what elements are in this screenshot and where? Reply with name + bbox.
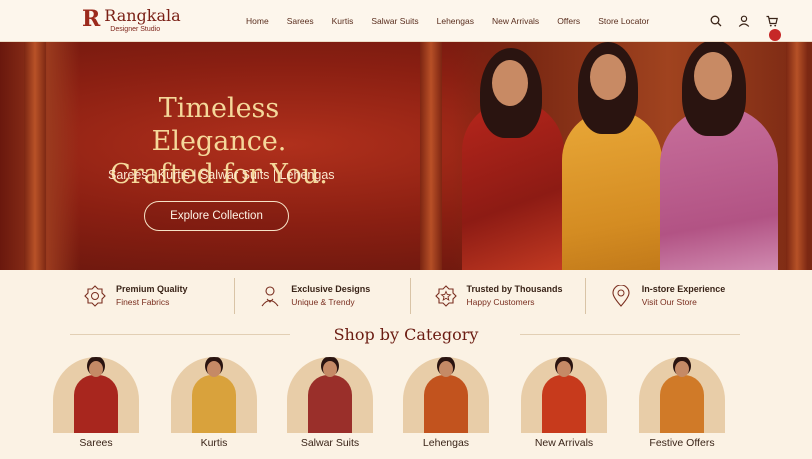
feature-title: Exclusive Designs bbox=[291, 284, 371, 294]
category-festive-offers[interactable]: Festive Offers bbox=[638, 357, 726, 449]
category-salwar-suits[interactable]: Salwar Suits bbox=[286, 357, 374, 449]
hero-banner: Timeless Elegance. Crafted for You. Sare… bbox=[0, 42, 812, 270]
feature-subtitle: Finest Fabrics bbox=[116, 297, 170, 307]
cart-badge bbox=[769, 29, 781, 41]
brand-name: Rangkala bbox=[104, 6, 181, 25]
category-label: New Arrivals bbox=[534, 437, 594, 449]
category-label: Sarees bbox=[79, 437, 113, 449]
location-icon bbox=[612, 285, 630, 307]
feature-title: Trusted by Thousands bbox=[466, 284, 563, 294]
designer-icon bbox=[261, 286, 279, 307]
pillar-decoration bbox=[786, 42, 808, 270]
nav-sarees[interactable]: Sarees bbox=[287, 16, 314, 26]
category-label: Kurtis bbox=[200, 437, 228, 449]
nav-kurtis[interactable]: Kurtis bbox=[332, 16, 354, 26]
category-image bbox=[403, 357, 489, 433]
category-image bbox=[521, 357, 607, 433]
badge-icon bbox=[84, 285, 106, 307]
user-icon[interactable] bbox=[738, 14, 750, 27]
nav-offers[interactable]: Offers bbox=[557, 16, 580, 26]
category-lehengas[interactable]: Lehengas bbox=[402, 357, 490, 449]
category-image bbox=[171, 357, 257, 433]
feature-item: Trusted by Thousands Happy Customers bbox=[411, 278, 586, 314]
category-image bbox=[53, 357, 139, 433]
feature-item: Premium Quality Finest Fabrics bbox=[60, 278, 236, 314]
category-label: Salwar Suits bbox=[300, 437, 360, 449]
pillar-decoration bbox=[24, 42, 46, 270]
category-new-arrivals[interactable]: New Arrivals bbox=[520, 357, 608, 449]
logo-mark: R bbox=[82, 6, 101, 32]
feature-title: In-store Experience bbox=[641, 284, 726, 294]
pillar-decoration bbox=[420, 42, 442, 270]
explore-collection-button[interactable]: Explore Collection bbox=[144, 201, 289, 231]
nav-lehengas[interactable]: Lehengas bbox=[437, 16, 474, 26]
category-label: Festive Offers bbox=[649, 437, 715, 449]
category-image bbox=[287, 357, 373, 433]
star-badge-icon bbox=[434, 285, 457, 307]
feature-subtitle: Happy Customers bbox=[466, 297, 535, 307]
model-suit bbox=[660, 42, 778, 270]
feature-title: Premium Quality bbox=[116, 284, 188, 294]
brand-logo[interactable]: R Rangkala Designer Studio bbox=[82, 7, 181, 34]
nav-new-arrivals[interactable]: New Arrivals bbox=[492, 16, 539, 26]
category-label: Lehengas bbox=[422, 437, 470, 449]
search-icon[interactable] bbox=[710, 14, 722, 27]
nav-store-locator[interactable]: Store Locator bbox=[598, 16, 649, 26]
feature-item: In-store Experience Visit Our Store bbox=[586, 278, 760, 314]
category-kurtis[interactable]: Kurtis bbox=[170, 357, 258, 449]
nav-salwar-suits[interactable]: Salwar Suits bbox=[371, 16, 418, 26]
feature-subtitle: Unique & Trendy bbox=[291, 297, 355, 307]
category-image bbox=[639, 357, 725, 433]
main-nav: Home Sarees Kurtis Salwar Suits Lehengas… bbox=[246, 0, 667, 42]
nav-home[interactable]: Home bbox=[246, 16, 269, 26]
site-header: R Rangkala Designer Studio Home Sarees K… bbox=[0, 0, 812, 42]
category-sarees[interactable]: Sarees bbox=[52, 357, 140, 449]
model-kurti bbox=[562, 42, 662, 270]
features-bar: Premium Quality Finest Fabrics Exclusive… bbox=[60, 278, 760, 314]
feature-subtitle: Visit Our Store bbox=[641, 297, 697, 307]
feature-item: Exclusive Designs Unique & Trendy bbox=[235, 278, 411, 314]
cart-icon[interactable] bbox=[766, 14, 781, 41]
category-list: Sarees Kurtis Salwar Suits Lehengas New … bbox=[52, 357, 732, 457]
model-saree bbox=[462, 48, 564, 270]
hero-subtitle: Sarees | Kurtis | Salwar Suits | Lehenga… bbox=[108, 168, 335, 182]
brand-tagline: Designer Studio bbox=[110, 26, 161, 33]
category-heading: Shop by Category bbox=[333, 325, 479, 344]
